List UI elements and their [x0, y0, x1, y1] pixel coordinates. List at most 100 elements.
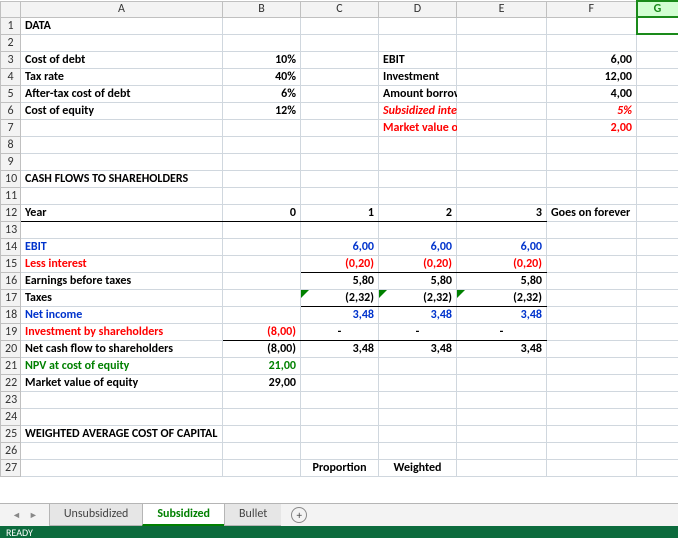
- cell[interactable]: [223, 442, 301, 459]
- cell-G1-active[interactable]: [637, 17, 678, 34]
- row-header[interactable]: 12: [1, 204, 21, 221]
- row-header[interactable]: 8: [1, 136, 21, 153]
- cell-F3[interactable]: 6,00: [547, 51, 637, 68]
- cell-B3[interactable]: 10%: [223, 51, 301, 68]
- cell-A17[interactable]: Taxes: [21, 289, 223, 306]
- cell[interactable]: [223, 408, 301, 425]
- tab-unsubsidized[interactable]: Unsubsidized: [49, 504, 144, 526]
- cell-B22[interactable]: 29,00: [223, 374, 301, 391]
- cell[interactable]: [301, 391, 379, 408]
- cell[interactable]: [547, 153, 637, 170]
- cell-A12[interactable]: Year: [21, 204, 223, 221]
- row-header[interactable]: 18: [1, 306, 21, 323]
- cell-B4[interactable]: 40%: [223, 68, 301, 85]
- cell-A14[interactable]: EBIT: [21, 238, 223, 255]
- cell[interactable]: [637, 68, 678, 85]
- cell-D12[interactable]: 2: [379, 204, 457, 221]
- cell-A6[interactable]: Cost of equity: [21, 102, 223, 119]
- cell[interactable]: [547, 187, 637, 204]
- cell[interactable]: [301, 170, 379, 187]
- col-header-F[interactable]: F: [547, 1, 637, 17]
- cell[interactable]: [637, 306, 678, 323]
- cell[interactable]: [223, 391, 301, 408]
- cell-B19[interactable]: (8,00): [223, 323, 301, 340]
- cell[interactable]: [637, 357, 678, 374]
- cell-C17[interactable]: (2,32): [301, 289, 379, 306]
- cell[interactable]: [379, 187, 457, 204]
- cell[interactable]: [547, 238, 637, 255]
- cell[interactable]: [547, 272, 637, 289]
- row-header[interactable]: 10: [1, 170, 21, 187]
- cell-A4[interactable]: Tax rate: [21, 68, 223, 85]
- cell[interactable]: [301, 221, 379, 238]
- cell[interactable]: [637, 102, 678, 119]
- cell[interactable]: [637, 459, 678, 476]
- cell[interactable]: [301, 425, 379, 442]
- cell[interactable]: [547, 323, 637, 340]
- cell[interactable]: [637, 323, 678, 340]
- cell-B21[interactable]: 21,00: [223, 357, 301, 374]
- cell[interactable]: [301, 17, 379, 34]
- cell[interactable]: [223, 153, 301, 170]
- cell-A1[interactable]: DATA: [21, 17, 223, 34]
- cell-C20[interactable]: 3,48: [301, 340, 379, 357]
- cell[interactable]: [223, 425, 301, 442]
- cell[interactable]: [379, 442, 457, 459]
- cell-D27[interactable]: Weighted: [379, 459, 457, 476]
- cell[interactable]: [637, 119, 678, 136]
- row-header[interactable]: 4: [1, 68, 21, 85]
- cell-A16[interactable]: Earnings before taxes: [21, 272, 223, 289]
- cell[interactable]: [547, 136, 637, 153]
- cell[interactable]: [457, 34, 547, 51]
- cell[interactable]: [547, 170, 637, 187]
- cell-C12[interactable]: 1: [301, 204, 379, 221]
- cell-D6[interactable]: Subsidized interest rate: [379, 102, 457, 119]
- cell[interactable]: [637, 425, 678, 442]
- col-header-D[interactable]: D: [379, 1, 457, 17]
- row-header[interactable]: 17: [1, 289, 21, 306]
- cell[interactable]: [223, 255, 301, 272]
- cell[interactable]: [457, 374, 547, 391]
- cell[interactable]: [457, 442, 547, 459]
- row-header[interactable]: 9: [1, 153, 21, 170]
- cell[interactable]: [223, 170, 301, 187]
- col-header-C[interactable]: C: [301, 1, 379, 17]
- row-header[interactable]: 5: [1, 85, 21, 102]
- cell-E20[interactable]: 3,48: [457, 340, 547, 357]
- cell[interactable]: [301, 34, 379, 51]
- cell-B12[interactable]: 0: [223, 204, 301, 221]
- cell[interactable]: [547, 306, 637, 323]
- cell[interactable]: [379, 221, 457, 238]
- cell[interactable]: [301, 85, 379, 102]
- cell-D18[interactable]: 3,48: [379, 306, 457, 323]
- cell[interactable]: [457, 425, 547, 442]
- cell[interactable]: [637, 442, 678, 459]
- cell[interactable]: [21, 136, 223, 153]
- cell[interactable]: [21, 119, 223, 136]
- cell[interactable]: [379, 153, 457, 170]
- prev-sheet-icon[interactable]: ◄: [8, 510, 25, 521]
- cell[interactable]: [379, 408, 457, 425]
- row-header[interactable]: 26: [1, 442, 21, 459]
- cell[interactable]: [547, 374, 637, 391]
- cell[interactable]: [379, 136, 457, 153]
- cell-C19[interactable]: -: [301, 323, 379, 340]
- cell-B6[interactable]: 12%: [223, 102, 301, 119]
- cell[interactable]: [21, 459, 223, 476]
- cell[interactable]: [457, 357, 547, 374]
- cell[interactable]: [223, 289, 301, 306]
- cell-E14[interactable]: 6,00: [457, 238, 547, 255]
- cell-D19[interactable]: -: [379, 323, 457, 340]
- cell[interactable]: [21, 442, 223, 459]
- cell[interactable]: [223, 34, 301, 51]
- cell-F5[interactable]: 4,00: [547, 85, 637, 102]
- cell-A25[interactable]: WEIGHTED AVERAGE COST OF CAPITAL: [21, 425, 223, 442]
- tab-subsidized[interactable]: Subsidized: [142, 504, 225, 526]
- cell-D3[interactable]: EBIT: [379, 51, 457, 68]
- cell-D16[interactable]: 5,80: [379, 272, 457, 289]
- cell[interactable]: [301, 357, 379, 374]
- row-header[interactable]: 24: [1, 408, 21, 425]
- cell[interactable]: [223, 306, 301, 323]
- row-header[interactable]: 27: [1, 459, 21, 476]
- cell[interactable]: [301, 51, 379, 68]
